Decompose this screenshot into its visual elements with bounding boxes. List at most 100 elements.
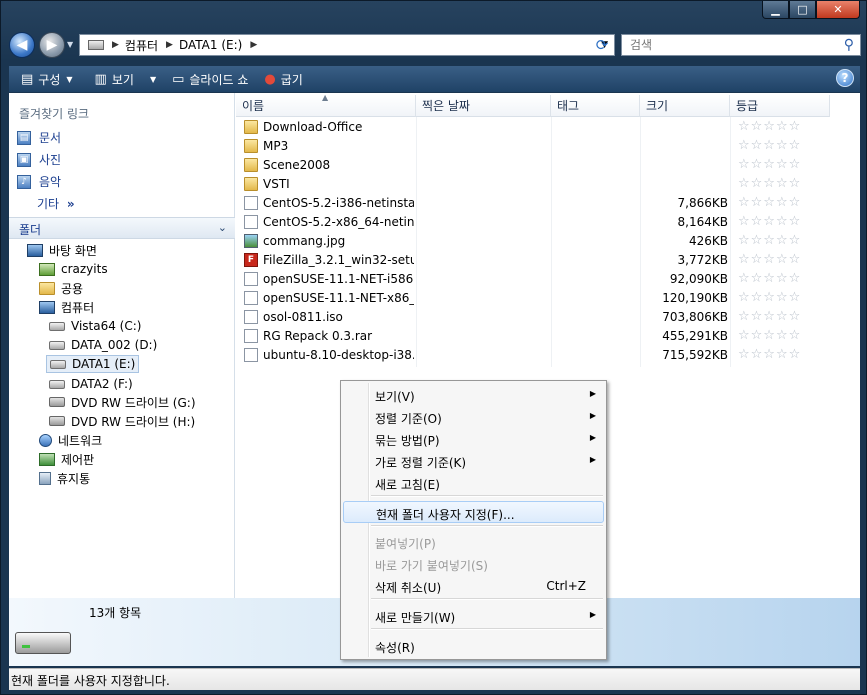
file-row[interactable]: openSUSE-11.1-NET-i586... 92,090KB ☆☆☆☆☆ [242,271,822,290]
file-row[interactable]: RG Repack 0.3.rar 455,291KB ☆☆☆☆☆ [242,328,822,347]
file-row[interactable]: commang.jpg 426KB ☆☆☆☆☆ [242,233,822,252]
rating-stars[interactable]: ☆☆☆☆☆ [738,138,801,153]
context-menu-item[interactable]: 보기(V) ▶ [343,384,604,406]
maximize-icon: □ [797,3,808,16]
rating-stars[interactable]: ☆☆☆☆☆ [738,328,801,343]
file-name-cell[interactable]: RG Repack 0.3.rar [244,329,414,343]
rating-stars[interactable]: ☆☆☆☆☆ [738,290,801,305]
context-menu-item[interactable]: 속성(R) [343,635,604,657]
file-row[interactable]: openSUSE-11.1-NET-x86_... 120,190KB ☆☆☆☆☆ [242,290,822,309]
favorite-pictures[interactable]: ▣ 사진 [17,151,61,168]
folders-header[interactable]: 폴더 ⌄ [9,217,235,239]
file-row[interactable]: MP3 ☆☆☆☆☆ [242,138,822,157]
context-menu-item[interactable]: 가로 정렬 기준(K) ▶ [343,450,604,472]
rating-stars[interactable]: ☆☆☆☆☆ [738,176,801,191]
breadcrumb-chevron-icon[interactable]: ▶ [250,40,257,50]
column-header-date-taken[interactable]: 찍은 날짜 [416,95,551,117]
rating-stars[interactable]: ☆☆☆☆☆ [738,157,801,172]
tree-item-user[interactable]: crazyits [39,260,108,278]
file-row[interactable]: CentOS-5.2-x86_64-netin... 8,164KB ☆☆☆☆☆ [242,214,822,233]
folder-icon [244,158,258,172]
favorite-music[interactable]: ♪ 음악 [17,173,61,190]
tree-item-desktop[interactable]: 바탕 화면 [27,241,97,259]
rating-stars[interactable]: ☆☆☆☆☆ [738,119,801,134]
context-menu-item[interactable]: 새로 만들기(W) ▶ [343,605,604,627]
rating-stars[interactable]: ☆☆☆☆☆ [738,233,801,248]
column-header-name[interactable]: 이름 ▲ [236,93,416,117]
chevron-down-icon[interactable]: ⌄ [218,221,227,234]
tree-item-drive-d[interactable]: DATA_002 (D:) [49,336,157,354]
rating-stars[interactable]: ☆☆☆☆☆ [738,271,801,286]
search-input[interactable] [628,37,832,53]
chevron-down-icon[interactable]: ▼ [150,75,156,84]
rating-stars[interactable]: ☆☆☆☆☆ [738,347,801,362]
rating-stars[interactable]: ☆☆☆☆☆ [738,309,801,324]
context-menu-item[interactable]: 삭제 취소(U) Ctrl+Z [343,575,604,597]
file-name-cell[interactable]: ubuntu-8.10-desktop-i38... [244,348,414,362]
organize-button[interactable]: ▤ 구성 ▼ [17,68,77,90]
tree-item-drive-h[interactable]: DVD RW 드라이브 (H:) [49,412,195,430]
tree-item-drive-e[interactable]: DATA1 (E:) [46,355,140,373]
breadcrumb-computer[interactable]: 컴퓨터 [125,37,158,54]
help-button[interactable]: ? [836,69,854,87]
tree-item-control-panel[interactable]: 제어판 [39,450,94,468]
tree-item-recycle-bin[interactable]: 휴지통 [39,469,90,487]
tree-item-public[interactable]: 공용 [39,279,83,297]
back-button[interactable]: ◀ [9,32,35,58]
search-icon[interactable]: ⚲ [844,37,854,53]
rating-stars[interactable]: ☆☆☆☆☆ [738,195,801,210]
context-menu-item[interactable]: 새로 고침(E) [343,472,604,494]
address-bar[interactable]: ▶ 컴퓨터 ▶ DATA1 (E:) ▶ ▼ [79,34,615,56]
tree-item-network[interactable]: 네트워크 [39,431,102,449]
column-header-rating[interactable]: 등급 [730,95,830,117]
file-name-cell[interactable]: openSUSE-11.1-NET-i586... [244,272,414,286]
file-row[interactable]: Scene2008 ☆☆☆☆☆ [242,157,822,176]
slideshow-label: 슬라이드 쇼 [189,72,249,87]
search-box[interactable]: ⚲ [621,34,861,56]
breadcrumb-data1[interactable]: DATA1 (E:) [179,38,242,52]
file-row[interactable]: F FileZilla_3.2.1_win32-setu... 3,772KB ☆☆☆… [242,252,822,271]
file-name-cell[interactable]: CentOS-5.2-x86_64-netin... [244,215,414,229]
context-menu-item[interactable]: 현재 폴더 사용자 지정(F)... [343,501,604,523]
breadcrumb-chevron-icon[interactable]: ▶ [112,40,119,50]
file-name: CentOS-5.2-i386-netinsta... [263,196,414,210]
file-name-cell[interactable]: commang.jpg [244,234,414,248]
column-header-size[interactable]: 크기 [640,95,730,117]
tree-item-drive-g[interactable]: DVD RW 드라이브 (G:) [49,393,196,411]
context-menu-item[interactable]: 묶는 방법(P) ▶ [343,428,604,450]
slideshow-button[interactable]: ▭ 슬라이드 쇼 [168,68,252,90]
maximize-button[interactable]: □ [789,1,816,19]
tree-item-computer[interactable]: 컴퓨터 [39,298,94,316]
views-button[interactable]: ▥ 보기 ▼ [91,68,161,90]
file-row[interactable]: VSTI ☆☆☆☆☆ [242,176,822,195]
breadcrumb-chevron-icon[interactable]: ▶ [166,40,173,50]
file-name-cell[interactable]: openSUSE-11.1-NET-x86_... [244,291,414,305]
file-name-cell[interactable]: CentOS-5.2-i386-netinsta... [244,196,414,210]
tree-item-drive-c[interactable]: Vista64 (C:) [49,317,141,335]
file-row[interactable]: CentOS-5.2-i386-netinsta... 7,866KB ☆☆☆☆☆ [242,195,822,214]
column-header-tags[interactable]: 태그 [551,95,640,117]
file-name-cell[interactable]: Download-Office [244,120,414,134]
file-name-cell[interactable]: MP3 [244,139,414,153]
submenu-arrow-icon: ▶ [589,455,596,464]
refresh-button[interactable]: ⟳ [592,35,612,55]
recent-pages-dropdown[interactable]: ▼ [67,40,73,49]
burn-button[interactable]: ● 굽기 [260,68,306,90]
forward-button[interactable]: ▶ [39,32,65,58]
rating-stars[interactable]: ☆☆☆☆☆ [738,252,801,267]
file-name-cell[interactable]: F FileZilla_3.2.1_win32-setu... [244,253,414,267]
minimize-button[interactable]: ▁ [762,1,789,19]
favorites-more-link[interactable]: 기타 » [37,195,75,212]
file-row[interactable]: ubuntu-8.10-desktop-i38... 715,592KB ☆☆☆☆☆ [242,347,822,366]
file-name-cell[interactable]: VSTI [244,177,414,191]
context-menu-item[interactable]: 정렬 기준(O) ▶ [343,406,604,428]
tree-item-drive-f[interactable]: DATA2 (F:) [49,375,133,393]
file-name-cell[interactable]: osol-0811.iso [244,310,414,324]
file-name-cell[interactable]: Scene2008 [244,158,414,172]
close-button[interactable]: ✕ [816,1,860,19]
views-icon: ▥ [94,71,107,87]
file-row[interactable]: Download-Office ☆☆☆☆☆ [242,119,822,138]
favorite-documents[interactable]: ▤ 문서 [17,129,61,146]
file-row[interactable]: osol-0811.iso 703,806KB ☆☆☆☆☆ [242,309,822,328]
rating-stars[interactable]: ☆☆☆☆☆ [738,214,801,229]
